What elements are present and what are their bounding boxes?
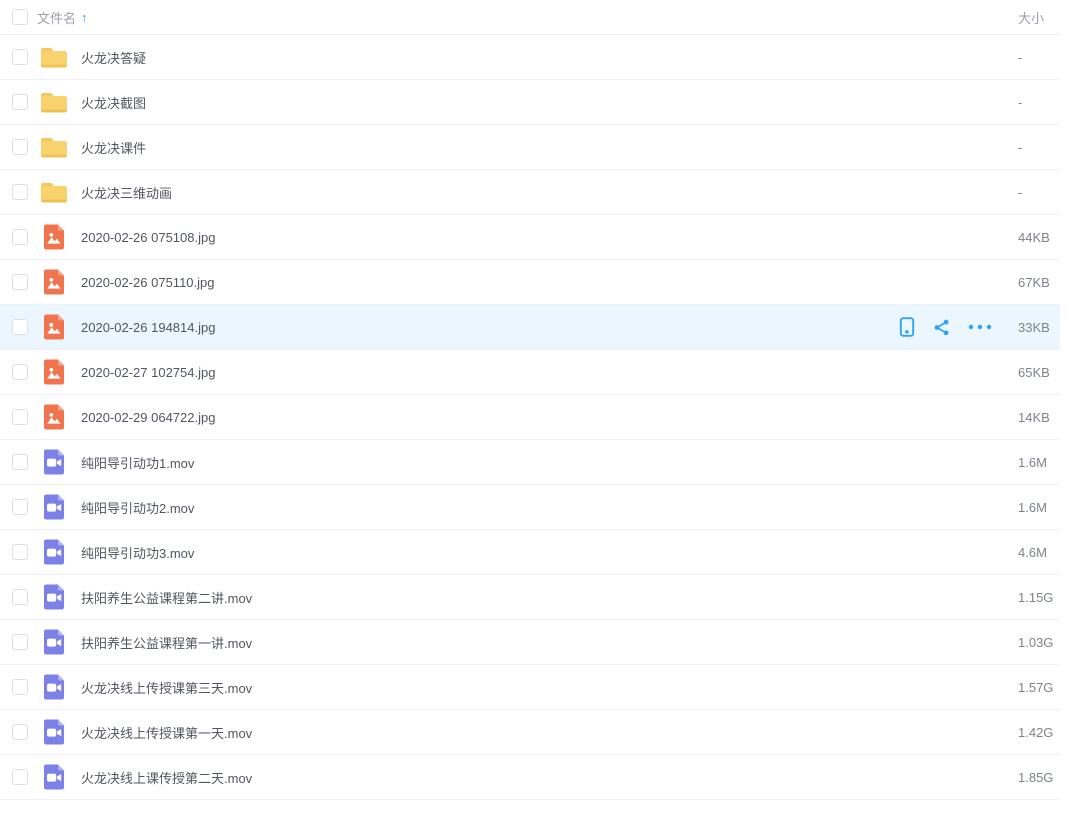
table-row[interactable]: 纯阳导引动功1.mov 1.6M — [0, 440, 1060, 485]
row-checkbox[interactable] — [12, 769, 28, 785]
row-actions — [899, 317, 992, 337]
more-actions-button[interactable] — [968, 324, 992, 330]
image-file-icon — [41, 314, 67, 340]
video-file-icon — [41, 629, 67, 655]
table-row[interactable]: 2020-02-29 064722.jpg 14KB — [0, 395, 1060, 440]
image-file-icon — [41, 269, 67, 295]
video-file-icon — [41, 719, 67, 745]
file-name[interactable]: 扶阳养生公益课程第二讲.mov — [81, 588, 252, 607]
row-checkbox[interactable] — [12, 409, 28, 425]
row-checkbox[interactable] — [12, 274, 28, 290]
file-name[interactable]: 火龙决线上传授课第一天.mov — [81, 723, 252, 742]
table-row[interactable]: 扶阳养生公益课程第一讲.mov 1.03G — [0, 620, 1060, 665]
file-size: - — [1018, 185, 1060, 200]
video-file-icon — [41, 674, 67, 700]
file-name[interactable]: 纯阳导引动功3.mov — [81, 543, 194, 562]
table-row[interactable]: 火龙决线上传授课第一天.mov 1.42G — [0, 710, 1060, 755]
file-name[interactable]: 2020-02-26 075108.jpg — [81, 230, 215, 245]
file-size: 65KB — [1018, 365, 1060, 380]
image-file-icon — [41, 404, 67, 430]
table-row[interactable]: 2020-02-26 075110.jpg 67KB — [0, 260, 1060, 305]
file-name[interactable]: 扶阳养生公益课程第一讲.mov — [81, 633, 252, 652]
folder-icon — [40, 91, 68, 114]
share-button[interactable] — [932, 318, 951, 337]
folder-icon — [40, 136, 68, 159]
row-checkbox[interactable] — [12, 319, 28, 335]
select-all-checkbox[interactable] — [12, 9, 28, 25]
image-file-icon — [41, 359, 67, 385]
file-size: 44KB — [1018, 230, 1060, 245]
row-checkbox[interactable] — [12, 544, 28, 560]
file-name[interactable]: 2020-02-29 064722.jpg — [81, 410, 215, 425]
file-size: 4.6M — [1018, 545, 1060, 560]
table-row[interactable]: 火龙决线上课传授第二天.mov 1.85G — [0, 755, 1060, 800]
video-file-icon — [41, 584, 67, 610]
row-checkbox[interactable] — [12, 49, 28, 65]
row-checkbox[interactable] — [12, 229, 28, 245]
file-name[interactable]: 火龙决课件 — [81, 138, 146, 157]
video-file-icon — [41, 449, 67, 475]
file-size: 1.6M — [1018, 455, 1060, 470]
file-name[interactable]: 2020-02-27 102754.jpg — [81, 365, 215, 380]
row-checkbox[interactable] — [12, 184, 28, 200]
file-size: - — [1018, 95, 1060, 110]
row-checkbox[interactable] — [12, 499, 28, 515]
table-row[interactable]: 2020-02-27 102754.jpg 65KB — [0, 350, 1060, 395]
column-header-size[interactable]: 大小 — [1018, 8, 1060, 27]
row-checkbox[interactable] — [12, 634, 28, 650]
file-size: 1.85G — [1018, 770, 1060, 785]
table-row[interactable]: 火龙决答疑 - — [0, 35, 1060, 80]
table-row[interactable]: 2020-02-26 194814.jpg — [0, 305, 1060, 350]
file-name[interactable]: 纯阳导引动功2.mov — [81, 498, 194, 517]
file-size: - — [1018, 140, 1060, 155]
table-row[interactable]: 火龙决三维动画 - — [0, 170, 1060, 215]
file-name[interactable]: 2020-02-26 075110.jpg — [81, 275, 215, 290]
folder-icon — [40, 181, 68, 204]
file-size: 14KB — [1018, 410, 1060, 425]
row-checkbox[interactable] — [12, 94, 28, 110]
image-file-icon — [41, 224, 67, 250]
table-header: 文件名 ↑ 大小 — [0, 0, 1060, 35]
file-name[interactable]: 火龙决线上传授课第三天.mov — [81, 678, 252, 697]
sort-ascending-icon[interactable]: ↑ — [81, 10, 88, 25]
mobile-device-icon — [899, 317, 915, 337]
table-row[interactable]: 纯阳导引动功3.mov 4.6M — [0, 530, 1060, 575]
row-checkbox[interactable] — [12, 364, 28, 380]
row-checkbox[interactable] — [12, 589, 28, 605]
file-name[interactable]: 纯阳导引动功1.mov — [81, 453, 194, 472]
table-row[interactable]: 火龙决截图 - — [0, 80, 1060, 125]
ellipsis-icon — [968, 324, 992, 330]
file-size: 1.42G — [1018, 725, 1060, 740]
table-row[interactable]: 2020-02-26 075108.jpg 44KB — [0, 215, 1060, 260]
row-checkbox[interactable] — [12, 724, 28, 740]
folder-icon — [40, 46, 68, 69]
table-row[interactable]: 火龙决线上传授课第三天.mov 1.57G — [0, 665, 1060, 710]
column-header-filename[interactable]: 文件名 — [37, 8, 76, 27]
video-file-icon — [41, 539, 67, 565]
file-list: 火龙决答疑 - 火龙决截图 - — [0, 35, 1060, 800]
send-to-mobile-button[interactable] — [899, 317, 915, 337]
file-size: 1.57G — [1018, 680, 1060, 695]
file-size: 1.6M — [1018, 500, 1060, 515]
file-name[interactable]: 火龙决三维动画 — [81, 183, 172, 202]
file-name[interactable]: 火龙决答疑 — [81, 48, 146, 67]
table-row[interactable]: 纯阳导引动功2.mov 1.6M — [0, 485, 1060, 530]
file-name[interactable]: 火龙决截图 — [81, 93, 146, 112]
row-checkbox[interactable] — [12, 139, 28, 155]
file-size: 1.15G — [1018, 590, 1060, 605]
file-size: 67KB — [1018, 275, 1060, 290]
file-size: 33KB — [1018, 320, 1060, 335]
row-checkbox[interactable] — [12, 679, 28, 695]
row-checkbox[interactable] — [12, 454, 28, 470]
table-row[interactable]: 火龙决课件 - — [0, 125, 1060, 170]
file-name[interactable]: 2020-02-26 194814.jpg — [81, 320, 215, 335]
file-size: 1.03G — [1018, 635, 1060, 650]
table-row[interactable]: 扶阳养生公益课程第二讲.mov 1.15G — [0, 575, 1060, 620]
file-size: - — [1018, 50, 1060, 65]
file-table: 文件名 ↑ 大小 火龙决答疑 - — [0, 0, 1060, 800]
file-name[interactable]: 火龙决线上课传授第二天.mov — [81, 768, 252, 787]
video-file-icon — [41, 494, 67, 520]
share-icon — [932, 318, 951, 337]
video-file-icon — [41, 764, 67, 790]
